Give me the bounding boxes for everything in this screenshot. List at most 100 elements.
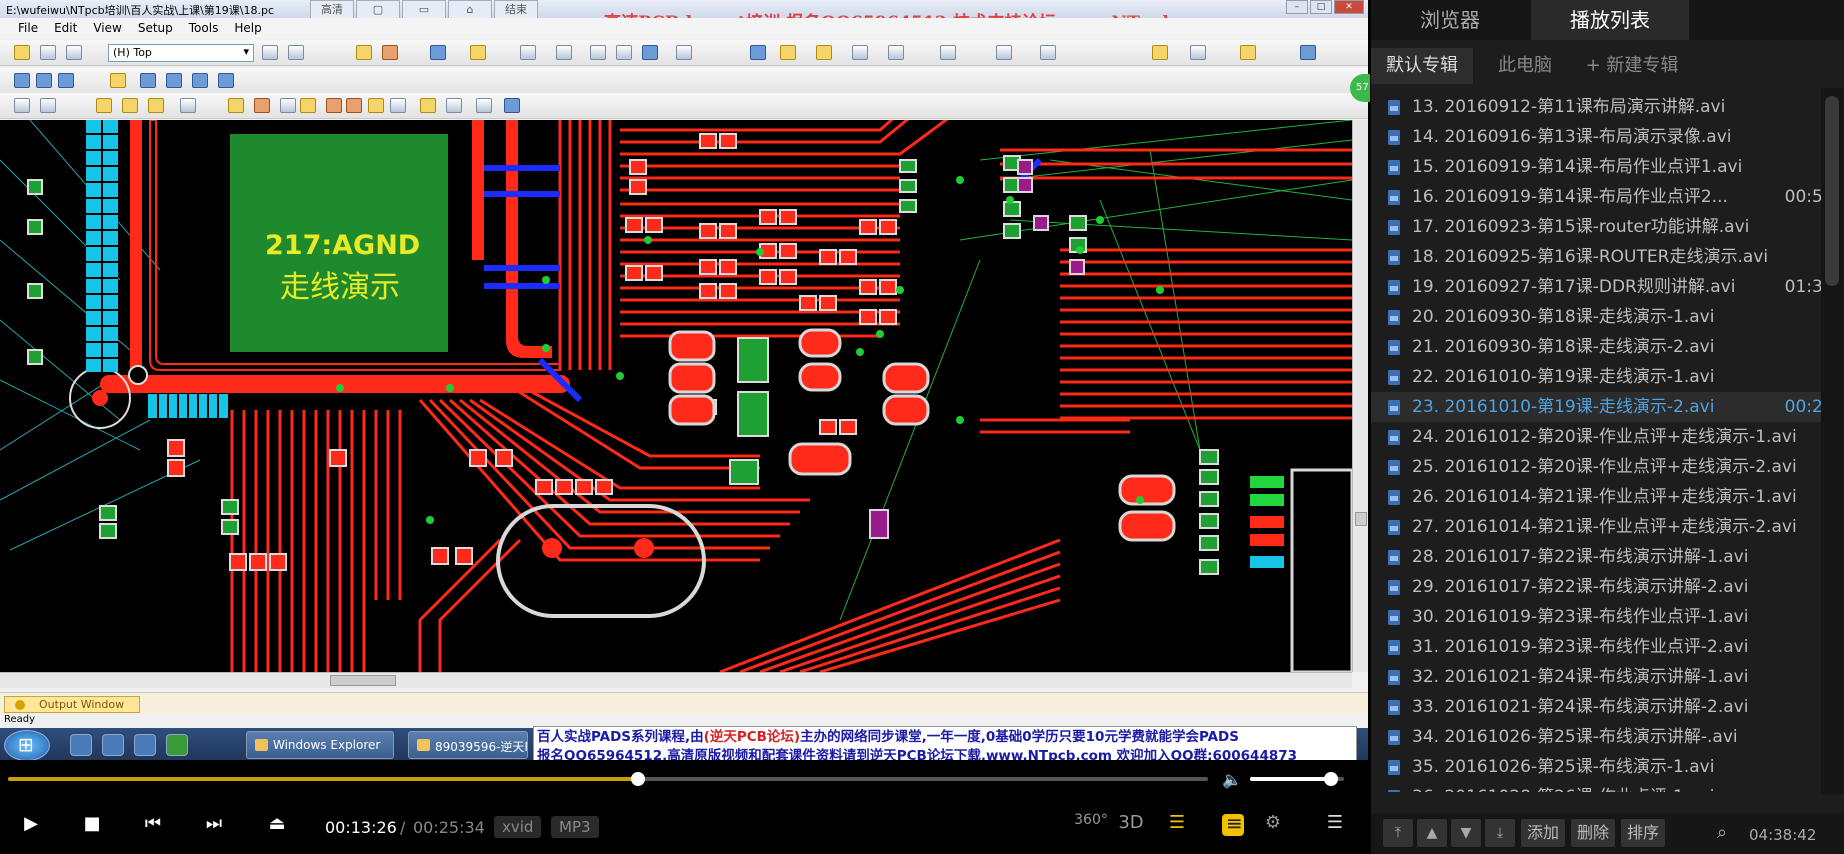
quicklaunch-icon-4[interactable] — [166, 734, 188, 756]
split-icon[interactable] — [1040, 45, 1056, 60]
playlist-scrollbar[interactable] — [1821, 88, 1843, 794]
camera-icon[interactable] — [780, 45, 796, 60]
playlist-item[interactable]: 29. 20161017-第22课-布线演示讲解-2.avi — [1371, 572, 1821, 602]
notification-badge[interactable]: 57 — [1350, 74, 1370, 102]
open-icon[interactable] — [14, 45, 30, 60]
tab-playlist[interactable]: 播放列表 — [1531, 0, 1689, 40]
color-icon[interactable] — [326, 98, 342, 113]
move-down-icon[interactable]: ▼ — [1451, 819, 1481, 847]
stretch-icon[interactable] — [228, 98, 244, 113]
menu-file[interactable]: File — [18, 21, 38, 35]
end-button[interactable]: 结束 — [494, 0, 538, 20]
layers-icon[interactable] — [262, 45, 278, 60]
layer-select[interactable]: (H) Top — [108, 44, 254, 62]
layer-pair-icon[interactable] — [504, 98, 520, 113]
start-button[interactable] — [4, 730, 50, 761]
align-icon[interactable] — [1190, 45, 1206, 60]
playlist-item[interactable]: 22. 20161010-第19课-走线演示-1.avi — [1371, 362, 1821, 392]
playlist-item[interactable]: 34. 20161026-第25课-布线演示讲解-.avi — [1371, 722, 1821, 752]
playlist-item[interactable]: 16. 20160919-第14课-布局作业点评2... 00:51:24 — [1371, 182, 1821, 212]
maximize-button[interactable]: □ — [1310, 0, 1332, 14]
stack-icon[interactable] — [280, 98, 296, 113]
next-icon[interactable]: ⏭ — [199, 813, 229, 834]
refresh-icon[interactable] — [590, 45, 606, 60]
gear-icon[interactable]: ⚙ — [1258, 812, 1288, 833]
quicklaunch-icon-1[interactable] — [70, 734, 92, 756]
play-icon[interactable]: ▶ — [16, 813, 46, 834]
vr360-button[interactable]: 360° — [1070, 812, 1112, 828]
trace-2-icon[interactable] — [36, 73, 52, 88]
taskbar-windows-explorer[interactable]: Windows Explorer — [246, 731, 394, 759]
add-button[interactable]: 添加 — [1521, 819, 1566, 847]
progress-knob[interactable] — [630, 772, 645, 786]
scroll-thumb[interactable] — [330, 675, 396, 686]
gluing-icon[interactable] — [254, 98, 270, 113]
scroll-thumb[interactable] — [1825, 96, 1839, 286]
subtitle-icon[interactable] — [1222, 811, 1244, 836]
pan-icon[interactable] — [676, 45, 692, 60]
quicklaunch-icon-3[interactable] — [134, 734, 156, 756]
video-area[interactable]: E:\wufeiwu\NTpcb培训\百人实战\上课\第19课\18.pc 高清… — [0, 0, 1370, 780]
playlist-item[interactable]: 26. 20161014-第21课-作业点评+走线演示-1.avi — [1371, 482, 1821, 512]
close-x-icon[interactable] — [148, 98, 164, 113]
previous-icon[interactable]: ⏮ — [138, 813, 168, 834]
menu-setup[interactable]: Setup — [138, 21, 173, 35]
menu-edit[interactable]: Edit — [54, 21, 77, 35]
zoom-area-icon[interactable] — [642, 45, 658, 60]
new-album-button[interactable]: + 新建专辑 — [1577, 48, 1687, 84]
hd-button[interactable]: 高清 — [310, 0, 354, 20]
menu-view[interactable]: View — [93, 21, 121, 35]
playlist-item[interactable]: 14. 20160916-第13课-布局演示录像.avi — [1371, 122, 1821, 152]
mode-icon[interactable] — [420, 98, 436, 113]
design-rule-icon[interactable] — [40, 98, 56, 113]
undo-icon[interactable] — [520, 45, 536, 60]
drc-icon[interactable] — [446, 98, 462, 113]
grid-icon[interactable] — [470, 45, 486, 60]
trace-icon[interactable] — [14, 73, 30, 88]
playlist-item[interactable]: 33. 20161021-第24课-布线演示讲解-2.avi — [1371, 692, 1821, 722]
scroll-thumb[interactable] — [1355, 512, 1367, 526]
window-button[interactable]: ▭ — [402, 0, 446, 20]
setting-icon[interactable] — [1300, 45, 1316, 60]
volume-knob[interactable] — [1323, 772, 1338, 786]
measure-icon[interactable] — [940, 45, 956, 60]
select-mode-icon[interactable] — [110, 73, 126, 88]
filter-icon[interactable] — [382, 45, 398, 60]
eject-icon[interactable]: ⏏ — [262, 813, 292, 834]
playlist-item[interactable]: 17. 20160923-第15课-router功能讲解.avi — [1371, 212, 1821, 242]
pcb-canvas[interactable]: 217:AGND 走线演示 — [0, 120, 1352, 672]
trace-width-icon[interactable] — [14, 98, 30, 113]
playlist-item[interactable]: 25. 20161012-第20课-作业点评+走线演示-2.avi — [1371, 452, 1821, 482]
output-window-tab[interactable]: Output Window — [4, 696, 140, 713]
quicklaunch-icon-2[interactable] — [102, 734, 124, 756]
playlist-item[interactable]: 35. 20161026-第25课-布线演示-1.avi — [1371, 752, 1821, 782]
via-icon[interactable] — [140, 73, 156, 88]
volume-icon[interactable]: 🔈 — [1222, 770, 1242, 789]
search-list-icon[interactable]: ☰ — [1162, 812, 1192, 833]
select-icon[interactable] — [356, 45, 372, 60]
trace-3-icon[interactable] — [58, 73, 74, 88]
distribute-icon[interactable] — [1240, 45, 1256, 60]
playlist-item[interactable]: 27. 20161014-第21课-作业点评+走线演示-2.avi — [1371, 512, 1821, 542]
playlist-item[interactable]: 23. 20161010-第19课-走线演示-2.avi 00:25:34 — [1371, 392, 1821, 422]
playlist-item[interactable]: 13. 20160912-第11课布局演示讲解.avi — [1371, 92, 1821, 122]
playlist-item[interactable]: 18. 20160925-第16课-ROUTER走线演示.avi — [1371, 242, 1821, 272]
arrow-left-icon[interactable] — [122, 98, 138, 113]
playlist-item[interactable]: 28. 20161017-第22课-布线演示讲解-1.avi — [1371, 542, 1821, 572]
playlist-item[interactable]: 30. 20161019-第23课-布线作业点评-1.avi — [1371, 602, 1821, 632]
design-icon[interactable] — [430, 45, 446, 60]
autoroute-icon[interactable] — [300, 98, 316, 113]
power-icon[interactable] — [346, 98, 362, 113]
progress-bar[interactable] — [8, 772, 1208, 786]
tab-default-album[interactable]: 默认专辑 — [1371, 48, 1473, 84]
playlist-item[interactable]: 21. 20160930-第18课-走线演示-2.avi — [1371, 332, 1821, 362]
menu-tools[interactable]: Tools — [189, 21, 219, 35]
playlist-item[interactable]: 24. 20161012-第20课-作业点评+走线演示-1.avi — [1371, 422, 1821, 452]
3d-button[interactable]: 3D — [1116, 812, 1146, 833]
clipboard-icon[interactable] — [1152, 45, 1168, 60]
tab-browser[interactable]: 浏览器 — [1371, 0, 1529, 40]
zoom-in-icon[interactable] — [390, 98, 406, 113]
pointer-icon[interactable] — [816, 45, 832, 60]
minimize-button[interactable]: – — [1286, 0, 1308, 14]
route-icon[interactable] — [852, 45, 868, 60]
